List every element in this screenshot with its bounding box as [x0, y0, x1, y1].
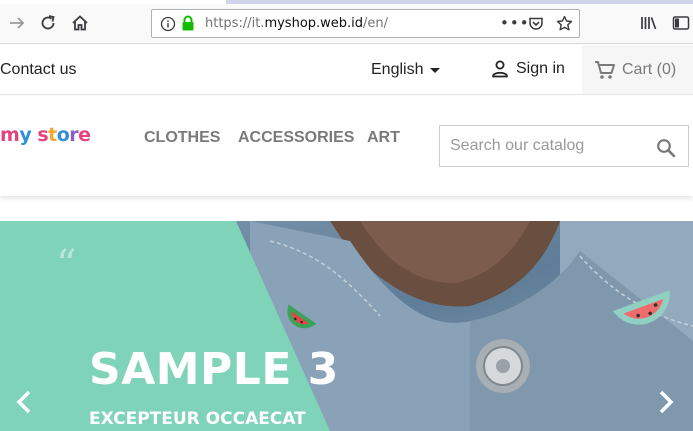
info-icon[interactable] [160, 16, 176, 32]
logo-letter: y [19, 124, 32, 146]
logo-letter: e [78, 124, 91, 146]
reload-button[interactable] [37, 12, 59, 34]
forward-button[interactable] [6, 12, 28, 34]
url-domain: myshop.web.id [264, 16, 364, 31]
active-tab[interactable] [0, 0, 226, 4]
slide-title: SAMPLE 3 [89, 344, 339, 395]
logo-letter: m [0, 124, 20, 146]
browser-toolbar: https://it.myshop.web.id/en/ ••• [0, 0, 693, 44]
logo-letter: t [48, 124, 57, 146]
library-button[interactable] [638, 12, 660, 34]
search-icon[interactable] [656, 138, 676, 158]
logo-letter: s [37, 124, 49, 146]
menu-item-art[interactable]: ART [367, 129, 400, 147]
chevron-down-icon [430, 68, 441, 73]
search-widget [439, 125, 689, 167]
cart-button[interactable]: Cart (0) [582, 45, 693, 94]
home-icon [72, 15, 88, 31]
home-button[interactable] [69, 12, 91, 34]
url-suffix: /en/ [363, 16, 389, 31]
url-text[interactable]: https://it.myshop.web.id/en/ [205, 16, 388, 31]
chevron-left-icon [16, 390, 31, 414]
library-icon [641, 17, 657, 30]
user-icon [492, 60, 508, 78]
reload-icon [41, 15, 55, 30]
cart-label: Cart (0) [622, 60, 677, 78]
bookmark-star-icon[interactable] [556, 15, 573, 32]
logo-letter: o [56, 124, 70, 146]
header-top: Contact us English Sign in Cart (0) [0, 45, 693, 95]
header-nav: my store CLOTHES ACCESSORIES ART [0, 96, 693, 196]
slider-previous-button[interactable] [12, 388, 36, 416]
shopping-cart-icon [595, 60, 615, 79]
pocket-icon[interactable] [528, 16, 544, 32]
slide-image [0, 221, 693, 431]
chevron-right-icon [659, 390, 674, 414]
search-input[interactable] [440, 126, 650, 166]
slide-subtitle: EXCEPTEUR OCCAECAT [89, 409, 306, 429]
address-bar[interactable]: https://it.myshop.web.id/en/ ••• [151, 9, 580, 38]
forward-arrow-icon [10, 17, 25, 29]
slider-next-button[interactable] [654, 388, 678, 416]
sidebar-button[interactable] [670, 12, 692, 34]
sign-in-link[interactable]: Sign in [490, 59, 565, 79]
logo-letter: r [69, 124, 79, 146]
store-logo[interactable]: my store [0, 124, 91, 146]
lock-icon[interactable] [181, 15, 195, 32]
tab-strip-background [226, 0, 693, 4]
sidebar-icon [672, 16, 690, 30]
language-selector[interactable]: English [371, 61, 441, 79]
tab-strip [0, 0, 693, 4]
menu-item-accessories[interactable]: ACCESSORIES [238, 129, 354, 147]
sign-in-label: Sign in [516, 60, 565, 77]
language-label: English [371, 61, 424, 78]
hero-slider[interactable]: “ SAMPLE 3 EXCEPTEUR OCCAECAT [0, 221, 693, 431]
contact-us-link[interactable]: Contact us [0, 61, 76, 79]
quote-mark: “ [56, 242, 77, 288]
url-prefix: https://it. [205, 16, 265, 31]
page-actions-dots-icon[interactable]: ••• [500, 15, 530, 31]
menu-item-clothes[interactable]: CLOTHES [144, 129, 220, 147]
